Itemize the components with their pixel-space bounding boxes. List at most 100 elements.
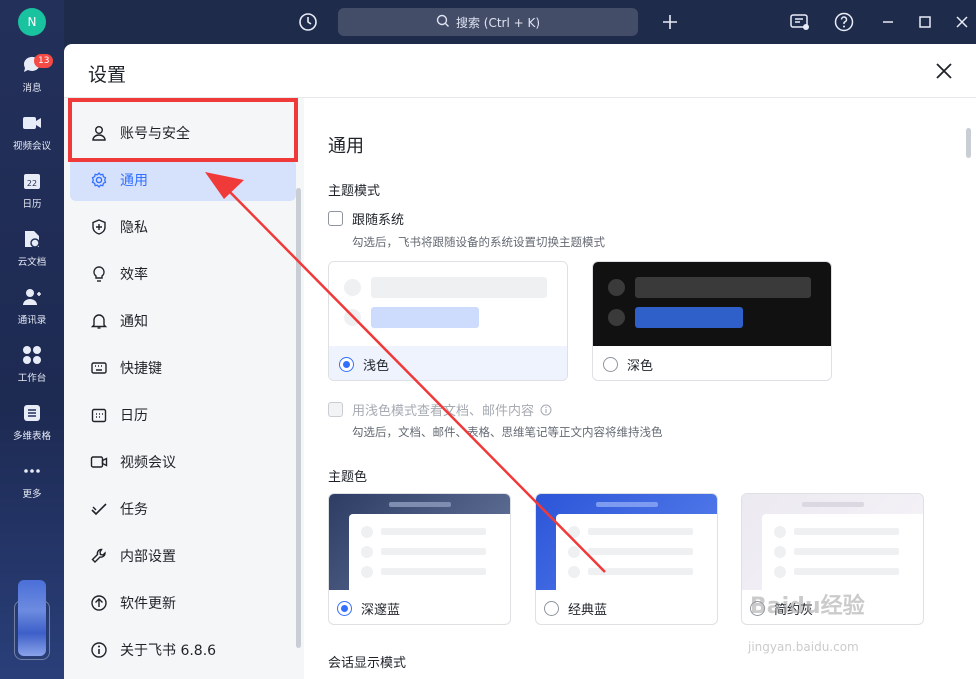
menu-item-shortcuts[interactable]: 快捷键 <box>70 347 296 389</box>
menu-label: 通用 <box>120 173 148 189</box>
search-icon <box>436 14 450 31</box>
deep-blue-preview <box>329 494 510 590</box>
menu-item-notifications[interactable]: 通知 <box>70 300 296 342</box>
minimize-icon[interactable] <box>876 10 900 34</box>
rail-item-base[interactable]: 多维表格 <box>0 396 64 450</box>
light-preview <box>329 262 567 346</box>
menu-label: 隐私 <box>120 220 148 236</box>
shield-icon <box>90 218 108 236</box>
menu-item-internal-settings[interactable]: 内部设置 <box>70 535 296 577</box>
calendar-icon <box>90 406 108 424</box>
keyboard-icon <box>90 359 108 377</box>
menu-label: 任务 <box>120 502 148 518</box>
menu-label: 快捷键 <box>120 361 162 377</box>
unread-badge: 13 <box>34 54 54 68</box>
theme-color-card-deep-blue[interactable]: 深邃蓝 <box>328 493 511 625</box>
menu-label: 软件更新 <box>120 596 176 612</box>
rail-item-cloud-docs[interactable]: 云文档 <box>0 222 64 276</box>
menu-item-software-update[interactable]: 软件更新 <box>70 582 296 624</box>
menu-item-efficiency[interactable]: 效率 <box>70 253 296 295</box>
menu-item-general[interactable]: 通用 <box>70 159 296 201</box>
notification-center-icon[interactable] <box>788 10 812 34</box>
help-icon[interactable] <box>832 10 856 34</box>
contacts-icon <box>21 286 43 308</box>
top-bar: 搜索 (Ctrl + K) <box>64 0 976 44</box>
menu-item-about[interactable]: 关于飞书 6.8.6 <box>70 629 296 671</box>
checkbox-box[interactable] <box>328 402 343 417</box>
theme-card-light[interactable]: 浅色 <box>328 261 568 381</box>
user-avatar[interactable]: N <box>18 8 46 36</box>
theme-color-card-classic-blue[interactable]: 经典蓝 <box>535 493 718 625</box>
simple-gray-preview <box>742 494 923 590</box>
menu-label: 效率 <box>120 267 148 283</box>
option-label: 经典蓝 <box>568 602 608 618</box>
rail-label: 云文档 <box>17 257 47 268</box>
radio-deep-blue[interactable] <box>337 600 352 616</box>
radio-light[interactable] <box>339 356 354 372</box>
search-label: 搜索 (Ctrl + K) <box>455 15 541 30</box>
radio-dark[interactable] <box>603 356 618 372</box>
update-arrow-icon <box>90 594 108 612</box>
rail-item-messages[interactable]: 13 消息 <box>0 48 64 102</box>
app-rail: N 13 消息 视频会议 22 日历 云文档 通讯录 工作台 多维表格 更多 <box>0 0 64 679</box>
rail-item-video-meeting[interactable]: 视频会议 <box>0 106 64 160</box>
classic-blue-option[interactable]: 经典蓝 <box>536 590 717 624</box>
menu-item-video-meeting[interactable]: 视频会议 <box>70 441 296 483</box>
rail-label: 工作台 <box>17 373 47 384</box>
menu-label: 日历 <box>120 408 148 424</box>
rail-item-more[interactable]: 更多 <box>0 454 64 508</box>
history-icon[interactable] <box>296 10 320 34</box>
theme-card-dark[interactable]: 深色 <box>592 261 832 381</box>
light-docs-checkbox[interactable]: 用浅色模式查看文档、邮件内容 <box>328 400 552 419</box>
rail-mosaic-avatar[interactable] <box>18 580 46 656</box>
menu-item-calendar[interactable]: 日历 <box>70 394 296 436</box>
deep-blue-option[interactable]: 深邃蓝 <box>329 590 510 624</box>
option-label: 深邃蓝 <box>361 602 401 618</box>
follow-system-hint: 勾选后，飞书将跟随设备的系统设置切换主题模式 <box>352 235 605 249</box>
menu-item-tasks[interactable]: 任务 <box>70 488 296 530</box>
radio-classic-blue[interactable] <box>544 600 559 616</box>
checkbox-label: 用浅色模式查看文档、邮件内容 <box>352 404 535 419</box>
window-close-icon[interactable] <box>950 10 974 34</box>
info-circle-icon[interactable] <box>540 404 552 416</box>
rail-item-workplace[interactable]: 工作台 <box>0 338 64 392</box>
option-label: 浅色 <box>363 358 390 374</box>
content-scrollbar[interactable] <box>966 128 971 158</box>
section-title: 通用 <box>328 136 364 157</box>
rail-label: 多维表格 <box>12 431 51 442</box>
menu-label: 关于飞书 6.8.6 <box>120 643 217 659</box>
menu-scrollbar[interactable] <box>296 188 301 648</box>
video-camera-icon <box>21 112 43 134</box>
annotation-highlight-box <box>68 98 298 162</box>
close-icon[interactable] <box>932 59 956 83</box>
dark-option[interactable]: 深色 <box>593 346 831 380</box>
more-dots-icon <box>21 460 43 482</box>
menu-item-privacy[interactable]: 隐私 <box>70 206 296 248</box>
chat-display-mode-heading: 会话显示模式 <box>328 656 407 671</box>
light-docs-hint: 勾选后，文档、邮件、表格、思维笔记等正文内容将维持浅色 <box>352 425 663 439</box>
dialog-title: 设置 <box>88 64 127 86</box>
rail-label: 消息 <box>22 83 42 94</box>
base-table-icon <box>21 402 43 424</box>
maximize-icon[interactable] <box>913 10 937 34</box>
follow-system-checkbox[interactable]: 跟随系统 <box>328 209 404 228</box>
workplace-grid-icon <box>21 344 43 366</box>
watermark-url: jingyan.baidu.com <box>748 640 859 654</box>
cloud-doc-icon <box>21 228 43 250</box>
rail-item-contacts[interactable]: 通讯录 <box>0 280 64 334</box>
search-box[interactable]: 搜索 (Ctrl + K) <box>338 8 638 36</box>
lightbulb-icon <box>90 265 108 283</box>
light-option[interactable]: 浅色 <box>329 346 567 380</box>
checkbox-box[interactable] <box>328 211 343 226</box>
rail-label: 视频会议 <box>12 141 51 152</box>
settings-dialog: 设置 账号与安全 通用 隐私 效率 通知 快捷键 日历 视频会议 任务 内部设置… <box>64 44 976 679</box>
rail-item-calendar[interactable]: 22 日历 <box>0 164 64 218</box>
general-settings-panel: 通用 主题模式 跟随系统 勾选后，飞书将跟随设备的系统设置切换主题模式 浅色 深… <box>304 98 976 679</box>
dialog-header: 设置 <box>64 44 976 98</box>
plus-icon[interactable] <box>658 10 682 34</box>
classic-blue-preview <box>536 494 717 590</box>
rail-label: 更多 <box>22 489 42 500</box>
gear-icon <box>90 171 108 189</box>
svg-text:22: 22 <box>27 179 37 188</box>
dark-preview <box>593 262 831 346</box>
